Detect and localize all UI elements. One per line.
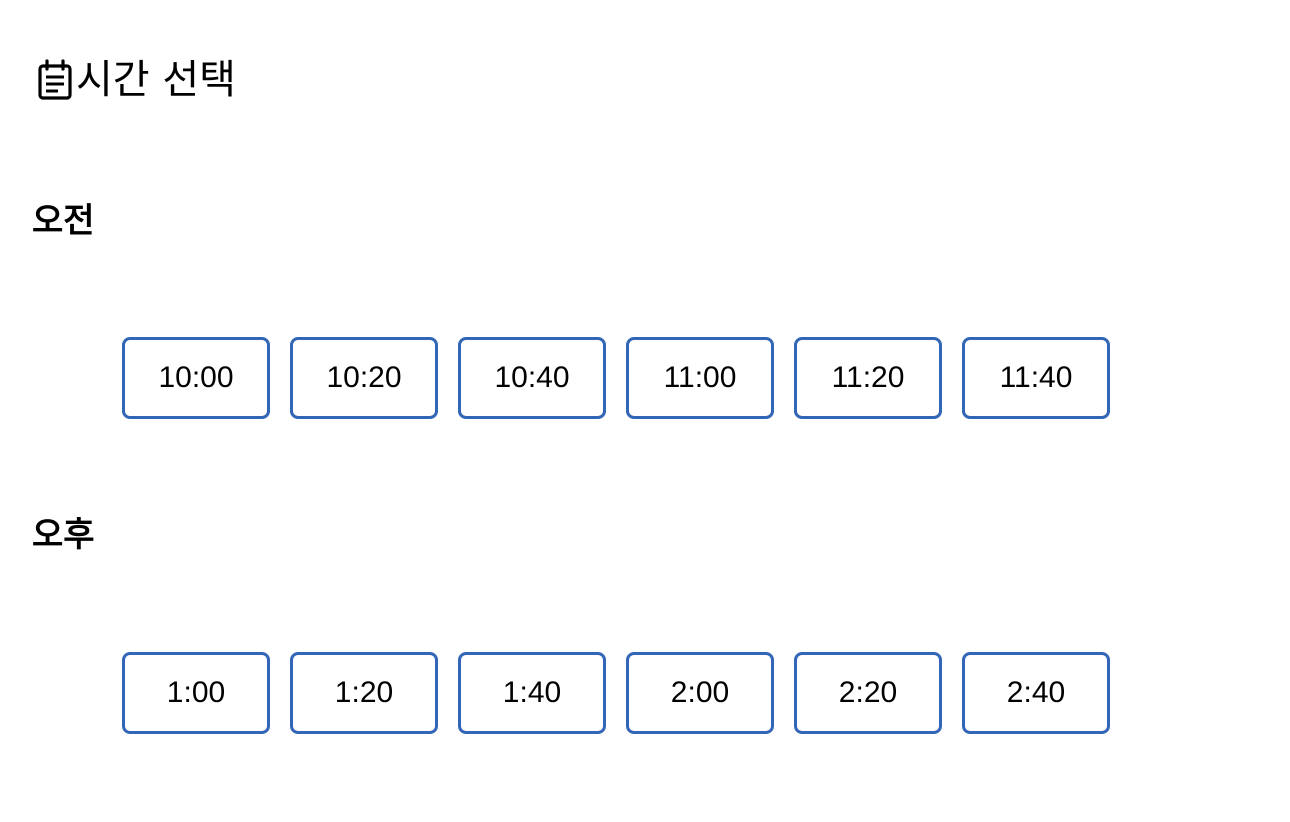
time-slot-button[interactable]: 10:20 — [290, 337, 438, 419]
pm-time-slots: 1:00 1:20 1:40 2:00 2:20 2:40 — [122, 652, 1110, 734]
time-slot-button[interactable]: 10:00 — [122, 337, 270, 419]
page-title: 시간 선택 — [76, 57, 236, 103]
time-slot-button[interactable]: 2:00 — [626, 652, 774, 734]
time-slot-button[interactable]: 11:20 — [794, 337, 942, 419]
am-time-slots: 10:00 10:20 10:40 11:00 11:20 11:40 — [122, 337, 1110, 419]
time-slot-button[interactable]: 11:40 — [962, 337, 1110, 419]
time-slot-button[interactable]: 1:20 — [290, 652, 438, 734]
calendar-icon — [36, 58, 74, 102]
page-header: 시간 선택 — [36, 50, 236, 110]
time-slot-button[interactable]: 2:20 — [794, 652, 942, 734]
time-slot-button[interactable]: 10:40 — [458, 337, 606, 419]
time-slot-button[interactable]: 11:00 — [626, 337, 774, 419]
time-slot-button[interactable]: 1:00 — [122, 652, 270, 734]
section-title-am: 오전 — [32, 201, 95, 241]
time-slot-button[interactable]: 1:40 — [458, 652, 606, 734]
time-slot-button[interactable]: 2:40 — [962, 652, 1110, 734]
section-title-pm: 오후 — [32, 515, 95, 555]
